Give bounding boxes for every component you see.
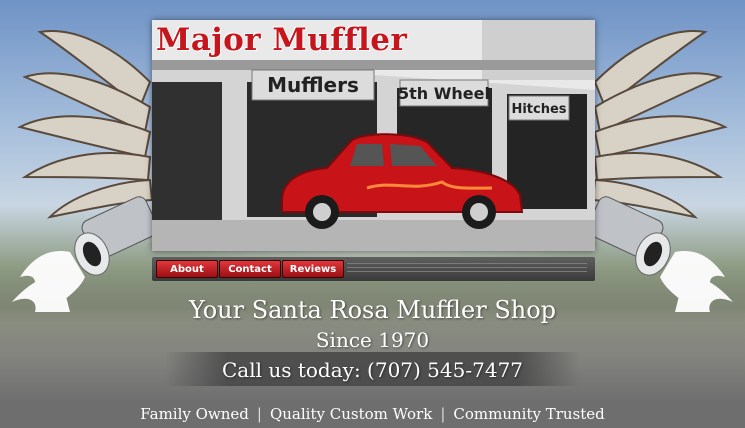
- hero-since: Since 1970: [315, 328, 430, 352]
- footer-bar: Family Owned | Quality Custom Work | Com…: [0, 400, 745, 428]
- footer-separator: |: [256, 405, 262, 423]
- sign-mufflers: Mufflers: [267, 73, 359, 97]
- right-wing-exhaust-icon: [586, 30, 733, 312]
- footer-separator: |: [440, 405, 446, 423]
- footer-item-community: Community Trusted: [453, 405, 605, 423]
- nav-contact-button[interactable]: Contact: [219, 260, 281, 278]
- footer-item-family-owned: Family Owned: [140, 405, 249, 423]
- sign-hitches: Hitches: [511, 102, 566, 117]
- nav-about-button[interactable]: About: [156, 260, 218, 278]
- sign-5th-wheel: 5th Wheel: [398, 84, 490, 103]
- brand-logo-text[interactable]: Major Muffler: [156, 22, 407, 58]
- left-wing-exhaust-icon: [12, 30, 159, 312]
- main-nav: About Contact Reviews: [152, 257, 595, 281]
- nav-reviews-button[interactable]: Reviews: [282, 260, 344, 278]
- nav-decorative-lines: [347, 263, 587, 275]
- footer-item-quality: Quality Custom Work: [269, 405, 433, 423]
- hero-phone[interactable]: Call us today: (707) 545-7477: [0, 358, 745, 382]
- hero-headline: Your Santa Rosa Muffler Shop: [188, 296, 557, 324]
